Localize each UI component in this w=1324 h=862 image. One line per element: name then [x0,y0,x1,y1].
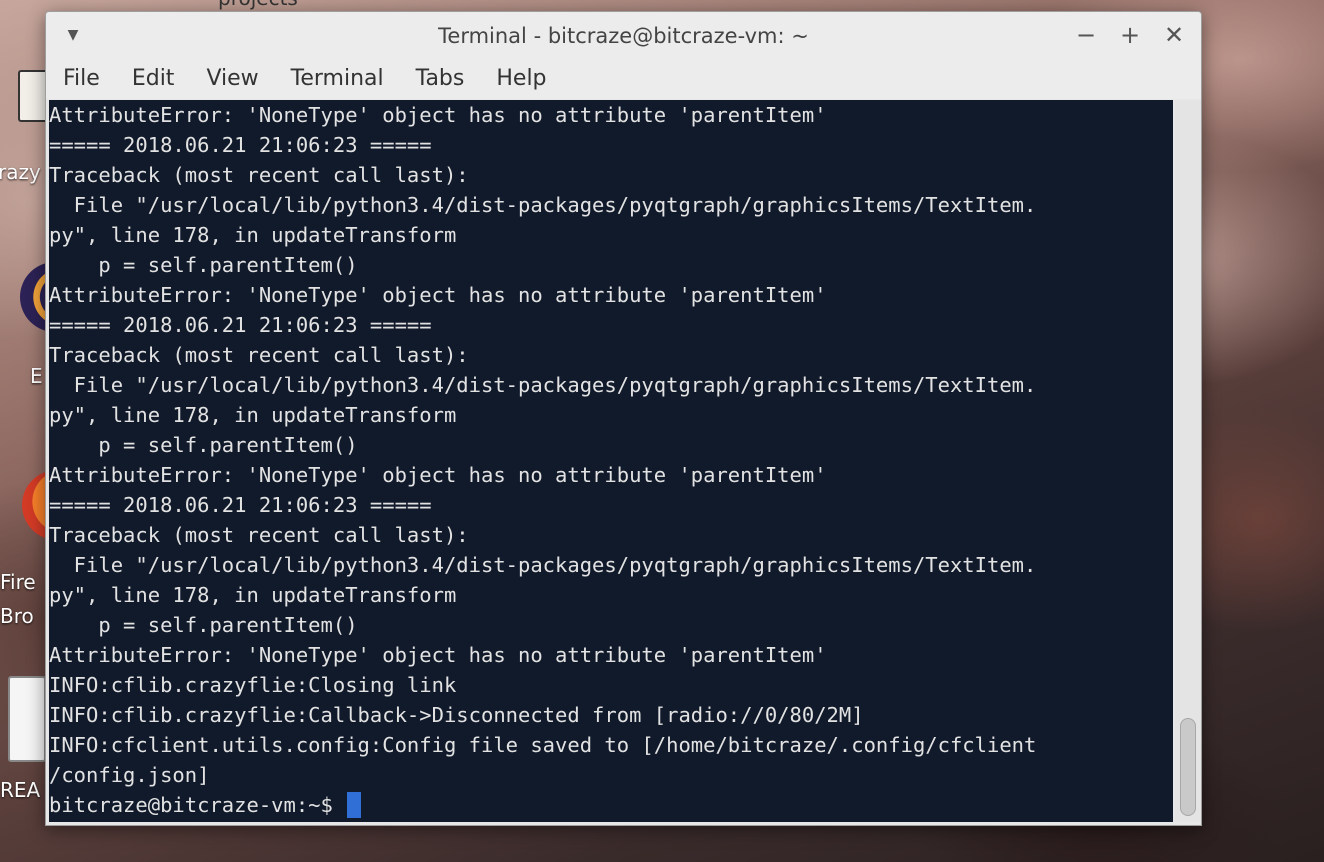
terminal-window[interactable]: ▼ Terminal - bitcraze@bitcraze-vm: ~ − +… [45,11,1202,826]
terminal-prompt-row[interactable]: bitcraze@bitcraze-vm:~$ [49,790,1036,820]
desktop-icon-firefox-label[interactable]: Fire [0,570,36,594]
menu-view[interactable]: View [190,66,274,91]
vertical-scrollbar[interactable] [1175,100,1201,822]
desktop-label-projects: projects [218,0,298,10]
minimize-icon[interactable]: − [1073,21,1099,49]
terminal-line: AttributeError: 'NoneType' object has no… [49,103,827,127]
terminal-line: AttributeError: 'NoneType' object has no… [49,283,827,307]
terminal-line: py", line 178, in updateTransform [49,403,457,427]
terminal-line: p = self.parentItem() [49,613,358,637]
terminal-line: ===== 2018.06.21 21:06:23 ===== [49,313,432,337]
window-title: Terminal - bitcraze@bitcraze-vm: ~ [438,24,809,48]
terminal-line: /config.json] [49,763,210,787]
terminal-line: AttributeError: 'NoneType' object has no… [49,463,827,487]
terminal-line: ===== 2018.06.21 21:06:23 ===== [49,133,432,157]
terminal-line: Traceback (most recent call last): [49,163,469,187]
terminal-line: File "/usr/local/lib/python3.4/dist-pack… [49,193,1037,217]
terminal-line: Traceback (most recent call last): [49,343,469,367]
desktop-icon-crazyflie-label[interactable]: razy [0,160,41,184]
terminal-line: File "/usr/local/lib/python3.4/dist-pack… [49,553,1037,577]
terminal-line: AttributeError: 'NoneType' object has no… [49,643,827,667]
terminal-line: Traceback (most recent call last): [49,523,469,547]
terminal-line: p = self.parentItem() [49,433,358,457]
menu-help[interactable]: Help [480,66,562,91]
menu-tabs[interactable]: Tabs [400,66,481,91]
terminal-output[interactable]: AttributeError: 'NoneType' object has no… [49,100,1173,822]
menu-bar: File Edit View Terminal Tabs Help [46,58,1201,99]
close-icon[interactable]: ✕ [1161,21,1187,49]
maximize-icon[interactable]: + [1117,21,1143,49]
text-cursor [346,792,361,818]
title-bar[interactable]: ▼ Terminal - bitcraze@bitcraze-vm: ~ − +… [46,12,1201,58]
terminal-line: INFO:cflib.crazyflie:Callback->Disconnec… [49,703,864,727]
desktop-icon-readme-label[interactable]: REA [0,778,40,802]
menu-terminal[interactable]: Terminal [275,66,400,91]
window-controls: − + ✕ [1073,21,1187,49]
readme-icon[interactable] [8,676,46,762]
terminal-line: py", line 178, in updateTransform [49,583,457,607]
terminal-line: File "/usr/local/lib/python3.4/dist-pack… [49,373,1037,397]
terminal-line: INFO:cflib.crazyflie:Closing link [49,673,457,697]
desktop-icon-firefox-label-2[interactable]: Bro [0,604,34,628]
menu-edit[interactable]: Edit [116,66,191,91]
menu-file[interactable]: File [46,66,116,91]
desktop-icon-crazyflie-image[interactable] [18,70,48,122]
shell-prompt: bitcraze@bitcraze-vm:~$ [49,793,333,817]
desktop-icon-eclipse-label[interactable]: E [30,364,43,388]
scrollbar-thumb[interactable] [1180,718,1196,816]
terminal-line: py", line 178, in updateTransform [49,223,457,247]
terminal-line: ===== 2018.06.21 21:06:23 ===== [49,493,432,517]
terminal-line: INFO:cfclient.utils.config:Config file s… [49,733,1037,757]
terminal-lines: AttributeError: 'NoneType' object has no… [49,100,1036,820]
terminal-line: p = self.parentItem() [49,253,358,277]
